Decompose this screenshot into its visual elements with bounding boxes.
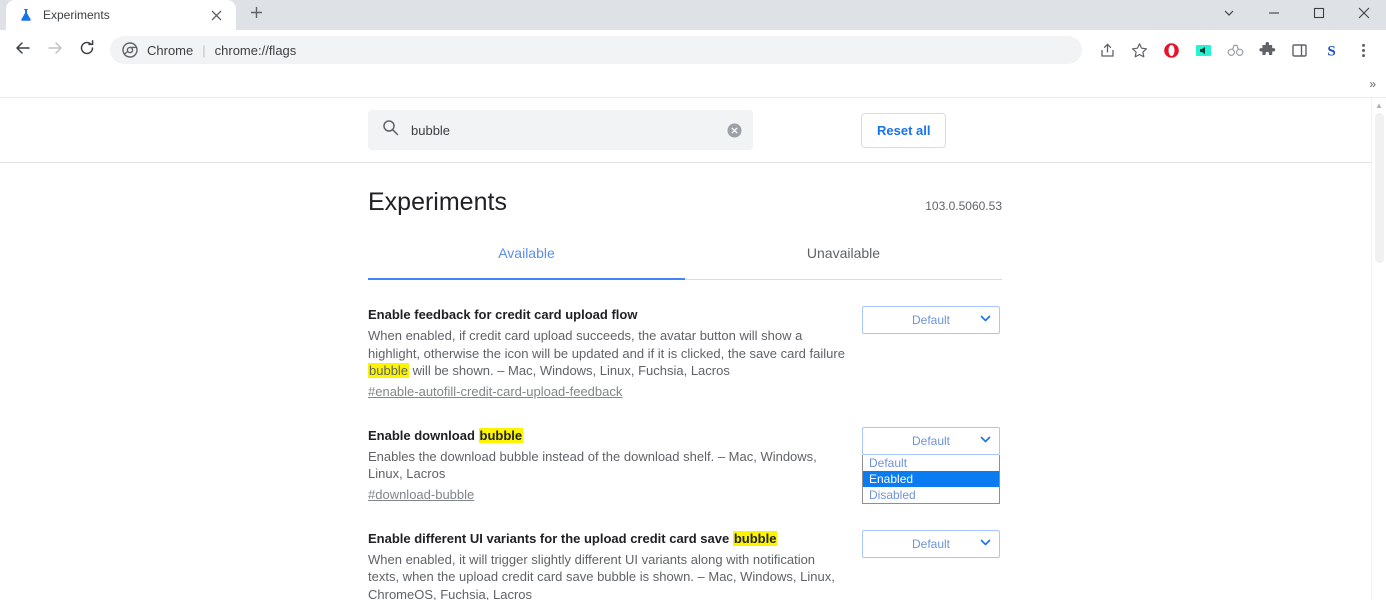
toolbar-icons: S — [1092, 35, 1378, 65]
experiment-row: Enable different UI variants for the upl… — [368, 530, 1002, 600]
experiment-select-wrapper: Default — [862, 306, 1000, 334]
chevron-down-icon — [1223, 6, 1235, 24]
reset-all-button[interactable]: Reset all — [861, 113, 946, 148]
chevron-down-icon — [980, 313, 991, 327]
tab-title: Experiments — [43, 8, 195, 22]
tab-strip: Experiments — [0, 0, 1386, 30]
experiment-select[interactable]: Default — [862, 427, 1000, 455]
arrow-right-icon — [46, 39, 64, 62]
experiment-row: Enable feedback for credit card upload f… — [368, 306, 1002, 401]
maximize-button[interactable] — [1296, 0, 1341, 30]
tab-unavailable[interactable]: Unavailable — [685, 245, 1002, 279]
flask-icon — [18, 7, 34, 23]
title-row: Experiments 103.0.5060.53 — [368, 188, 1002, 217]
page-title: Experiments — [368, 188, 925, 217]
search-highlight: bubble — [479, 428, 524, 443]
experiment-select-dropdown[interactable]: DefaultEnabledDisabled — [862, 455, 1000, 504]
experiment-permalink[interactable]: #enable-autofill-credit-card-upload-feed… — [368, 384, 622, 399]
scroll-up-arrow-icon[interactable]: ▲ — [1372, 98, 1386, 113]
omnibox-separator: | — [202, 43, 205, 58]
experiment-title: Enable feedback for credit card upload f… — [368, 306, 848, 323]
search-section: bubble Reset all — [0, 98, 1386, 163]
experiment-text: Enable download bubble Enables the downlo… — [368, 427, 848, 504]
experiment-select-wrapper: DefaultDefaultEnabledDisabled — [862, 427, 1000, 455]
page-scrollbar[interactable]: ▲ — [1371, 98, 1386, 600]
version-label: 103.0.5060.53 — [925, 199, 1002, 213]
puzzle-extensions-icon[interactable] — [1252, 35, 1282, 65]
experiment-text: Enable different UI variants for the upl… — [368, 530, 848, 600]
new-tab-button[interactable] — [244, 3, 268, 27]
experiment-title: Enable different UI variants for the upl… — [368, 530, 848, 547]
forward-button[interactable] — [40, 35, 70, 65]
experiment-select-value: Default — [912, 313, 950, 327]
chevron-down-icon — [980, 537, 991, 551]
search-icon — [382, 119, 399, 141]
clear-circle-icon[interactable] — [725, 121, 743, 139]
experiment-select-value: Default — [912, 537, 950, 551]
flags-page: bubble Reset all Experiments 103.0.5060.… — [0, 98, 1386, 600]
chrome-menu-icon[interactable] — [1348, 35, 1378, 65]
close-icon[interactable] — [204, 3, 228, 27]
arrow-left-icon — [14, 39, 32, 62]
chrome-logo-icon — [122, 42, 138, 58]
flags-tabs: Available Unavailable — [368, 245, 1002, 280]
browser-toolbar: Chrome | chrome://flags — [0, 30, 1386, 70]
experiments-list: Enable feedback for credit card upload f… — [368, 306, 1356, 600]
maximize-icon — [1313, 6, 1325, 24]
share-icon[interactable] — [1092, 35, 1122, 65]
bookmarks-bar: » — [0, 70, 1386, 98]
svg-text:S: S — [1327, 43, 1335, 59]
experiment-permalink[interactable]: #download-bubble — [368, 487, 474, 502]
minimize-icon — [1268, 6, 1280, 24]
search-highlight: bubble — [368, 363, 409, 378]
experiment-select-wrapper: Default — [862, 530, 1000, 558]
binoculars-extension-icon[interactable] — [1220, 35, 1250, 65]
experiment-select-value: Default — [912, 434, 950, 448]
search-input[interactable]: bubble — [368, 110, 753, 150]
bookmark-star-icon[interactable] — [1124, 35, 1154, 65]
experiment-row: Enable download bubble Enables the downlo… — [368, 427, 1002, 504]
opera-extension-icon[interactable] — [1156, 35, 1186, 65]
experiment-text: Enable feedback for credit card upload f… — [368, 306, 848, 401]
minimize-button[interactable] — [1251, 0, 1296, 30]
close-window-button[interactable] — [1341, 0, 1386, 30]
search-highlight: bubble — [733, 531, 778, 546]
experiment-description: When enabled, it will trigger slightly d… — [368, 551, 848, 600]
search-input-value: bubble — [411, 123, 713, 138]
dropdown-option[interactable]: Disabled — [863, 487, 999, 503]
reload-icon — [78, 39, 96, 62]
address-bar[interactable]: Chrome | chrome://flags — [110, 36, 1082, 64]
experiment-select[interactable]: Default — [862, 306, 1000, 334]
dropdown-option[interactable]: Enabled — [863, 471, 999, 487]
window-controls — [1206, 0, 1386, 30]
reload-button[interactable] — [72, 35, 102, 65]
chevron-down-icon — [980, 434, 991, 448]
site-label: Chrome — [147, 43, 193, 58]
experiment-description: When enabled, if credit card upload succ… — [368, 327, 848, 380]
s-extension-icon[interactable]: S — [1316, 35, 1346, 65]
tab-available[interactable]: Available — [368, 245, 685, 280]
browser-tab-experiments[interactable]: Experiments — [6, 0, 236, 30]
speaker-extension-icon[interactable] — [1188, 35, 1218, 65]
tab-search-button[interactable] — [1206, 0, 1251, 30]
dropdown-option[interactable]: Default — [863, 455, 999, 471]
url-text: chrome://flags — [215, 43, 297, 58]
back-button[interactable] — [8, 35, 38, 65]
experiment-description: Enables the download bubble instead of t… — [368, 448, 848, 483]
close-icon — [1358, 6, 1370, 24]
plus-icon — [250, 6, 263, 24]
experiment-title: Enable download bubble — [368, 427, 848, 444]
side-panel-icon[interactable] — [1284, 35, 1314, 65]
experiment-select[interactable]: Default — [862, 530, 1000, 558]
flags-content: Experiments 103.0.5060.53 Available Unav… — [0, 188, 1386, 600]
scrollbar-thumb[interactable] — [1375, 113, 1384, 263]
bookmarks-overflow-button[interactable]: » — [1369, 77, 1376, 91]
